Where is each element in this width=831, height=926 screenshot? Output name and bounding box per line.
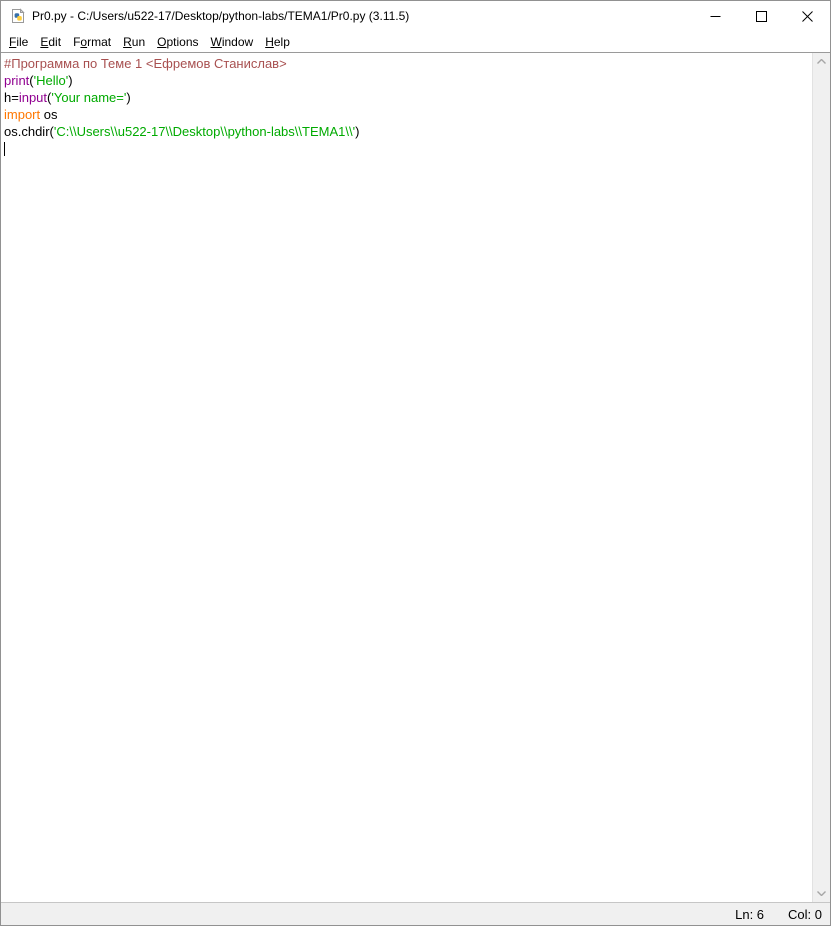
window-controls [692,1,830,31]
menu-edit[interactable]: Edit [34,33,67,51]
menu-options[interactable]: Options [151,33,204,51]
title-bar[interactable]: Pr0.py - C:/Users/u522-17/Desktop/python… [1,1,830,31]
code-line[interactable] [4,140,811,157]
chevron-up-icon [817,59,826,64]
menu-help[interactable]: Help [259,33,296,51]
code-line[interactable]: print('Hello') [4,72,811,89]
minimize-button[interactable] [692,1,738,31]
status-column-number: Col: 0 [788,907,822,922]
close-icon [802,11,813,22]
menu-window[interactable]: Window [205,33,260,51]
chevron-down-icon [817,891,826,896]
code-segment-builtin: print [4,73,29,88]
minimize-icon [710,11,721,22]
status-bar: Ln: 6 Col: 0 [1,902,830,925]
close-button[interactable] [784,1,830,31]
menu-format[interactable]: Format [67,33,117,51]
maximize-icon [756,11,767,22]
python-file-icon[interactable] [10,8,26,24]
code-line[interactable]: os.chdir('C:\\Users\\u522-17\\Desktop\\p… [4,123,811,140]
code-segment-normal: ) [355,124,359,139]
code-segment-string: 'C:\\Users\\u522-17\\Desktop\\python-lab… [54,124,355,139]
code-area[interactable]: #Программа по Теме 1 <Ефремов Станислав>… [4,55,811,902]
code-segment-string: 'Your name=' [51,90,126,105]
vertical-scrollbar[interactable] [812,53,830,902]
code-segment-normal: ) [68,73,72,88]
code-segment-comment: #Программа по Теме 1 <Ефремов Станислав> [4,56,287,71]
code-line[interactable]: #Программа по Теме 1 <Ефремов Станислав> [4,55,811,72]
code-segment-keyword: import [4,107,40,122]
code-segment-string: 'Hello' [34,73,69,88]
scroll-up-button[interactable] [813,53,830,70]
code-segment-normal: h= [4,90,19,105]
status-line-number: Ln: 6 [735,907,764,922]
text-cursor [4,142,5,156]
scroll-down-button[interactable] [813,885,830,902]
idle-editor-window: Pr0.py - C:/Users/u522-17/Desktop/python… [0,0,831,926]
menu-file[interactable]: File [3,33,34,51]
code-segment-builtin: input [19,90,47,105]
code-segment-normal: os [40,107,57,122]
code-line[interactable]: import os [4,106,811,123]
menu-bar: FileEditFormatRunOptionsWindowHelp [1,31,830,53]
code-line[interactable]: h=input('Your name=') [4,89,811,106]
menu-run[interactable]: Run [117,33,151,51]
editor[interactable]: #Программа по Теме 1 <Ефремов Станислав>… [1,53,830,902]
code-segment-normal: os.chdir( [4,124,54,139]
code-segment-normal: ) [126,90,130,105]
window-title: Pr0.py - C:/Users/u522-17/Desktop/python… [32,9,409,23]
maximize-button[interactable] [738,1,784,31]
